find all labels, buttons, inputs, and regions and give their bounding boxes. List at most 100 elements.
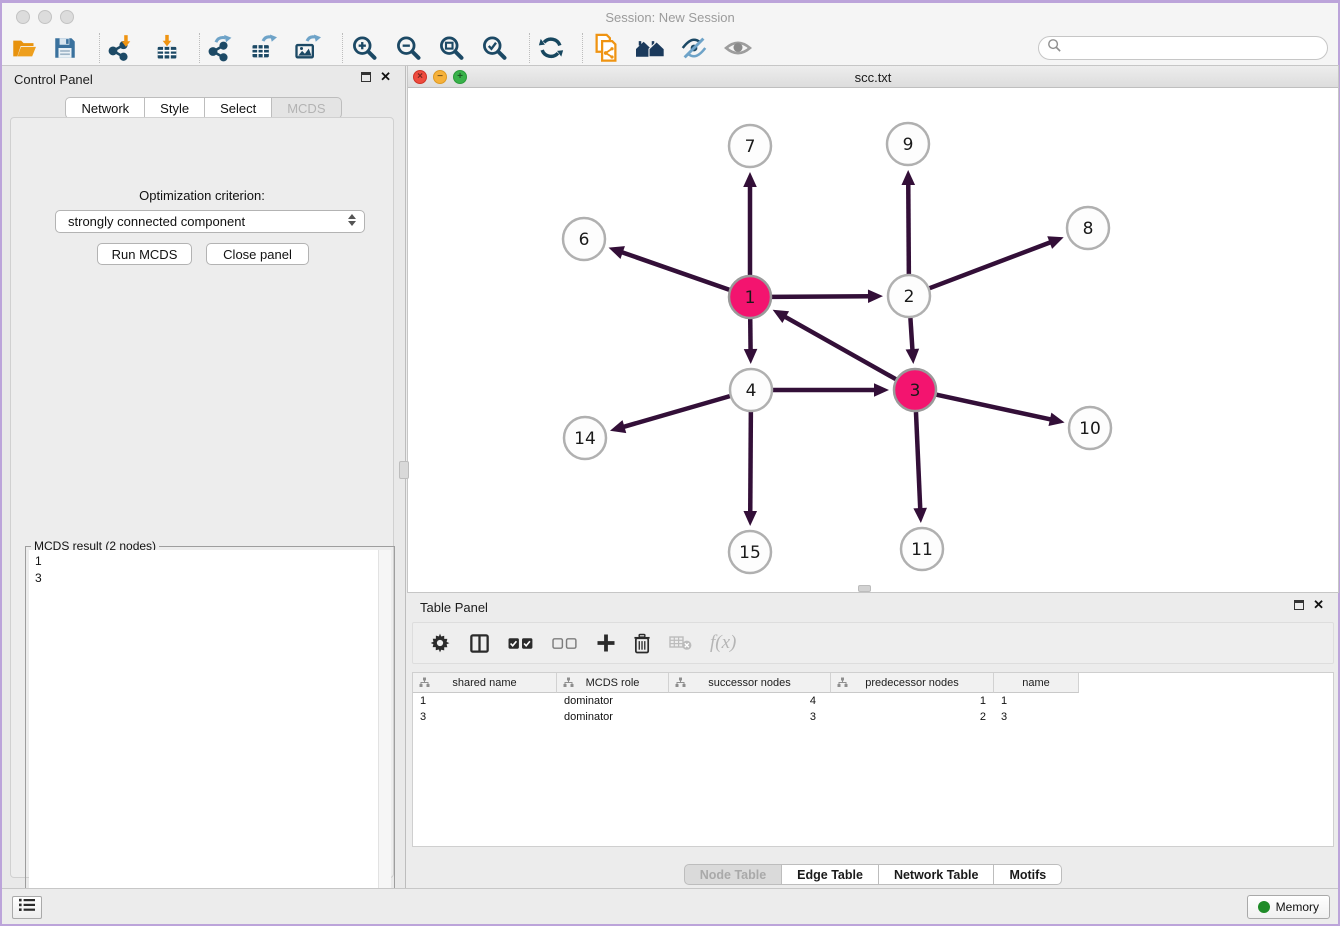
graph-arrowhead-2-3 [906, 349, 920, 364]
clone-network-button[interactable] [589, 34, 623, 62]
table-toolbar: f(x) [412, 622, 1334, 664]
refresh-button[interactable] [534, 34, 568, 62]
network-view-window: × − + scc.txt 7968124314101511 [408, 66, 1338, 592]
zoom-out-button[interactable] [391, 34, 425, 62]
zoom-selected-button[interactable] [477, 34, 511, 62]
optimization-criterion-label: Optimization criterion: [11, 188, 393, 203]
column-header-predecessor-nodes[interactable]: predecessor nodes [831, 673, 994, 693]
table-settings-button[interactable] [429, 632, 451, 654]
panel-divider-grip[interactable] [399, 461, 409, 479]
application-window: Session: New Session [0, 0, 1340, 926]
optimization-criterion-select[interactable]: strongly connected component [55, 210, 365, 233]
graph-node-label-4: 4 [746, 381, 757, 401]
table-row[interactable]: 3dominator323 [413, 709, 1333, 725]
graph-arrowhead-1-6 [609, 246, 625, 259]
clone-network-icon [591, 33, 621, 63]
dropdown-stepper-icon [348, 214, 356, 226]
cell-name: 3 [994, 709, 1079, 725]
graph-edge-2-3[interactable] [910, 318, 912, 351]
hide-panel-button[interactable] [677, 34, 711, 62]
graph-arrowhead-1-2 [868, 289, 883, 303]
graph-edge-3-10[interactable] [936, 395, 1051, 420]
tab-network[interactable]: Network [65, 97, 145, 119]
table-type-tabs: Node TableEdge TableNetwork TableMotifs [408, 864, 1338, 885]
search-input[interactable] [1038, 36, 1328, 60]
refresh-icon [537, 34, 565, 62]
graph-node-label-7: 7 [745, 137, 756, 157]
memory-button[interactable]: Memory [1247, 895, 1330, 919]
export-network-button[interactable] [203, 34, 237, 62]
network-window-titlebar: × − + scc.txt [408, 66, 1338, 88]
control-panel: Control Panel ✕ NetworkStyleSelectMCDS O… [2, 66, 405, 888]
deselect-all-columns-button[interactable] [552, 636, 579, 651]
graph-node-label-15: 15 [739, 543, 761, 563]
function-builder-button[interactable]: f(x) [710, 632, 736, 654]
tab-select[interactable]: Select [205, 97, 272, 119]
close-table-panel-icon[interactable]: ✕ [1313, 600, 1324, 610]
graph-edge-2-9[interactable] [908, 183, 909, 274]
save-floppy-icon [52, 35, 78, 61]
select-all-columns-button[interactable] [508, 636, 535, 651]
graph-edge-4-14[interactable] [622, 396, 729, 427]
import-table-button[interactable] [150, 34, 184, 62]
graph-arrowhead-2-9 [901, 170, 915, 185]
tab-node-table[interactable]: Node Table [684, 864, 782, 885]
result-scrollbar[interactable] [378, 550, 391, 918]
titlebar: Session: New Session [2, 3, 1338, 30]
column-header-name[interactable]: name [994, 673, 1079, 693]
close-panel-button[interactable]: Close panel [206, 243, 309, 265]
tab-style[interactable]: Style [145, 97, 205, 119]
zoom-fit-button[interactable] [434, 34, 468, 62]
table-panel-title: Table Panel [420, 600, 488, 615]
table-columns-button[interactable] [468, 632, 491, 655]
table-row[interactable]: 1dominator411 [413, 693, 1333, 709]
import-table-icon [153, 34, 181, 62]
run-mcds-button[interactable]: Run MCDS [97, 243, 192, 265]
export-image-button[interactable] [290, 34, 324, 62]
delete-table-button[interactable] [669, 635, 693, 652]
cell-predecessor-nodes: 2 [831, 709, 994, 725]
graph-edge-4-15[interactable] [750, 412, 751, 513]
task-history-button[interactable] [12, 896, 42, 919]
tab-network-table[interactable]: Network Table [879, 864, 995, 885]
column-header-successor-nodes[interactable]: successor nodes [669, 673, 831, 693]
save-session-button[interactable] [48, 34, 82, 62]
tab-mcds[interactable]: MCDS [272, 97, 341, 119]
open-session-button[interactable] [7, 34, 41, 62]
cell-successor-nodes: 3 [669, 709, 831, 725]
column-header-shared-name[interactable]: shared name [413, 673, 557, 693]
graph-node-label-6: 6 [579, 230, 590, 250]
control-panel-tabs: NetworkStyleSelectMCDS [2, 97, 405, 119]
float-table-panel-icon[interactable] [1294, 600, 1304, 610]
close-panel-icon[interactable]: ✕ [380, 72, 391, 82]
graph-edge-3-1[interactable] [784, 316, 896, 379]
graph-arrowhead-1-7 [743, 172, 757, 187]
mcds-result-textarea[interactable]: 13 [29, 550, 391, 918]
graph-edge-2-8[interactable] [930, 242, 1052, 288]
show-panel-button[interactable] [721, 34, 755, 62]
zoom-fit-icon [437, 34, 465, 62]
float-panel-icon[interactable] [361, 72, 371, 82]
graph-node-label-11: 11 [911, 540, 933, 560]
network-graph: 7968124314101511 [408, 88, 1338, 592]
cell-mcds-role: dominator [557, 709, 669, 725]
home-button[interactable] [633, 34, 667, 62]
export-table-button[interactable] [246, 34, 280, 62]
network-canvas[interactable]: 7968124314101511 [408, 88, 1338, 592]
graph-edge-1-2[interactable] [772, 296, 870, 297]
memory-status-icon [1258, 901, 1270, 913]
graph-node-label-14: 14 [574, 429, 596, 449]
column-header-mcds-role[interactable]: MCDS role [557, 673, 669, 693]
add-column-button[interactable] [596, 633, 616, 653]
delete-column-button[interactable] [633, 633, 652, 654]
export-network-icon [206, 34, 234, 62]
graph-edge-1-6[interactable] [621, 252, 729, 290]
tab-motifs[interactable]: Motifs [994, 864, 1062, 885]
cell-name: 1 [994, 693, 1079, 709]
import-network-button[interactable] [103, 34, 137, 62]
zoom-in-button[interactable] [347, 34, 381, 62]
graph-edge-3-11[interactable] [916, 412, 920, 510]
network-table-divider-grip[interactable] [858, 585, 871, 592]
tab-edge-table[interactable]: Edge Table [782, 864, 879, 885]
mcds-result-line: 1 [35, 553, 385, 570]
